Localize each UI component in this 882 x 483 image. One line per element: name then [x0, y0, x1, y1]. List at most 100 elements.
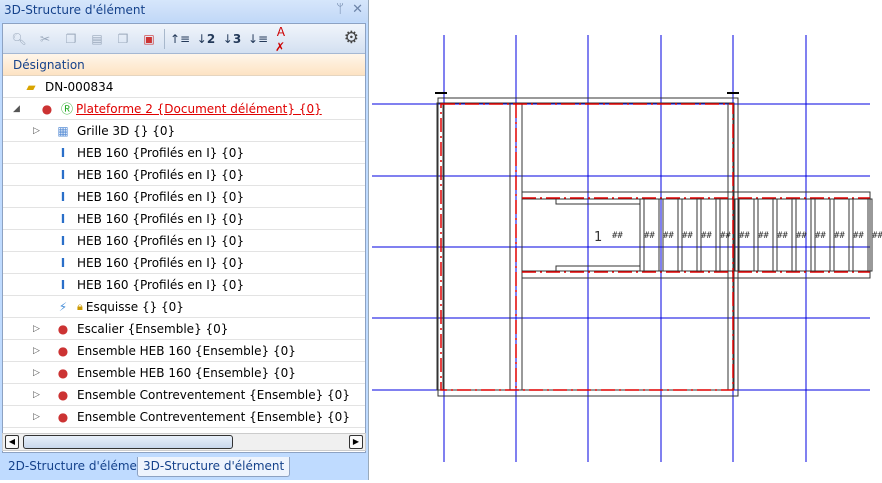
beam-icon: I [60, 277, 66, 292]
panel-title: 3D-Structure d'élément [4, 3, 146, 17]
assembly-icon: ● [57, 321, 69, 336]
expand-toggle-icon[interactable]: ▷ [33, 390, 40, 400]
panel-tabs: 2D-Structure d'élément 3D-Structure d'él… [0, 455, 369, 480]
paste-doc-icon[interactable]: ▣ [140, 30, 158, 48]
gear-icon[interactable]: ⚙ [344, 28, 359, 48]
step-hatch: ## [853, 231, 864, 241]
step-hatch: ## [701, 231, 712, 241]
step-hatch: ## [872, 231, 882, 241]
sketch-icon: ⚡ [58, 299, 68, 314]
tree-item-label: Esquisse {} {0} [85, 299, 184, 314]
tree-item-label: Ensemble HEB 160 {Ensemble} {0} [77, 365, 296, 380]
step-hatch: ## [758, 231, 769, 241]
element-structure-panel: 3D-Structure d'élément ᛘ ✕ 🔍︎ ✂ ❐ ▤ ❐ ▣ ↑… [0, 0, 369, 480]
expand-level-3-icon[interactable]: ↓ 3 [223, 30, 241, 48]
tree-item-label: HEB 160 {Profilés en I} {0} [77, 167, 245, 182]
beam-icon: I [60, 189, 66, 204]
level-2-label: 2 [206, 31, 216, 46]
copy-icon[interactable]: ❐ [62, 30, 80, 48]
level-3-label: 3 [232, 31, 242, 46]
copy-doc-icon[interactable]: ❐ [114, 30, 132, 48]
paste-icon[interactable]: ▤ [88, 30, 106, 48]
step-hatch: ## [663, 231, 674, 241]
expand-toggle-icon[interactable]: ▷ [33, 412, 40, 422]
tree-item[interactable]: I HEB 160 {Profilés en I} {0} [3, 252, 365, 274]
tree-item-label: Ensemble Contreventement {Ensemble} {0} [77, 409, 350, 424]
close-icon[interactable]: ✕ [352, 2, 363, 17]
expand-toggle-icon[interactable]: ◢ [13, 104, 20, 114]
tree-item-label: HEB 160 {Profilés en I} {0} [77, 233, 245, 248]
step-hatch: ## [796, 231, 807, 241]
step-hatch: ## [644, 231, 655, 241]
scroll-left-icon[interactable]: ◀ [5, 435, 19, 449]
step-hatch: ## [777, 231, 788, 241]
document-icon: ▰ [26, 79, 36, 94]
expand-toggle-icon[interactable]: ▷ [33, 324, 40, 334]
tree-item-label: Grille 3D {} {0} [77, 123, 176, 138]
expand-toggle-icon[interactable]: ▷ [33, 368, 40, 378]
tree-item[interactable]: ▷ ▦ Grille 3D {} {0} [3, 120, 365, 142]
pin-icon[interactable]: ᛘ [336, 2, 344, 17]
beam-icon: I [60, 233, 66, 248]
tree-item-label: DN-000834 [45, 79, 114, 94]
search-icon[interactable]: 🔍︎ [10, 30, 28, 48]
plan-drawing: ## ## ## ## ## ## ## ## ## ## ## ## ## ## 1 [372, 35, 882, 462]
tree-item[interactable]: ▷ ● Ensemble HEB 160 {Ensemble} {0} [3, 340, 365, 362]
tree-item[interactable]: I HEB 160 {Profilés en I} {0} [3, 274, 365, 296]
expand-level-2-icon[interactable]: ↓ 2 [197, 30, 215, 48]
scroll-right-icon[interactable]: ▶ [349, 435, 363, 449]
tab-2d-structure[interactable]: 2D-Structure d'élément [3, 457, 154, 477]
toolbar: 🔍︎ ✂ ❐ ▤ ❐ ▣ ↑≡ ↓ 2 ↓ 3 ↓≡ Ａ✗ ⚙ [3, 24, 365, 54]
step-hatch: ## [612, 231, 623, 241]
tree-item-label: Ensemble Contreventement {Ensemble} {0} [77, 387, 350, 402]
tree-item[interactable]: ▷ ● Ensemble HEB 160 {Ensemble} {0} [3, 362, 365, 384]
column-header-designation[interactable]: Désignation [3, 54, 365, 76]
collapse-levels-icon[interactable]: ↑≡ [170, 30, 190, 48]
tree-item[interactable]: I HEB 160 {Profilés en I} {0} [3, 164, 365, 186]
expand-toggle-icon[interactable]: ▷ [33, 346, 40, 356]
stair-landing-top [555, 198, 641, 205]
scrollbar-thumb[interactable] [23, 435, 233, 449]
panel-titlebar: 3D-Structure d'élément ᛘ ✕ [0, 0, 368, 22]
step-hatch: ## [815, 231, 826, 241]
tab-3d-structure[interactable]: 3D-Structure d'élément [137, 457, 291, 477]
stair-number: 1 [594, 230, 602, 245]
tree-item-label: HEB 160 {Profilés en I} {0} [77, 255, 245, 270]
beam-icon: I [60, 145, 66, 160]
assembly-icon: ● [57, 409, 69, 424]
tree-item-label: Plateforme 2 {Document délément} {0} [76, 101, 322, 116]
tree-item[interactable]: ▷ ● Ensemble Contreventement {Ensemble} {0… [3, 384, 365, 406]
assembly-icon: ● [57, 343, 69, 358]
beam-icon: I [60, 211, 66, 226]
expand-all-icon[interactable]: ↓≡ [248, 30, 268, 48]
assembly-icon: ● [57, 365, 69, 380]
lock-icon: 🔒︎ [77, 299, 83, 313]
tree-item[interactable]: ▷ ● Ensemble Contreventement {Ensemble} {0… [3, 406, 365, 428]
step-hatch: ## [739, 231, 750, 241]
tree-item[interactable]: I HEB 160 {Profilés en I} {0} [3, 208, 365, 230]
tree-item[interactable]: ▷ ● Escalier {Ensemble} {0} [3, 318, 365, 340]
tree-item-label: HEB 160 {Profilés en I} {0} [77, 189, 245, 204]
structure-tree: ▰ DN-000834 ◢ ● Ⓡ Plateforme 2 {Document délé… [3, 76, 365, 428]
tree-item-label: Escalier {Ensemble} {0} [77, 321, 229, 336]
assembly-icon: ● [41, 101, 53, 116]
toolbar-separator [164, 28, 165, 49]
tree-item[interactable]: I HEB 160 {Profilés en I} {0} [3, 186, 365, 208]
tree-item[interactable]: ⚡ 🔒︎ Esquisse {} {0} [3, 296, 365, 318]
expand-toggle-icon[interactable]: ▷ [33, 126, 40, 136]
tree-item-label: HEB 160 {Profilés en I} {0} [77, 211, 245, 226]
cut-icon[interactable]: ✂ [36, 30, 54, 48]
tree-item[interactable]: I HEB 160 {Profilés en I} {0} [3, 230, 365, 252]
tree-item[interactable]: ▰ DN-000834 [3, 76, 365, 98]
tree-item-label: HEB 160 {Profilés en I} {0} [77, 145, 245, 160]
clear-sort-icon[interactable]: Ａ✗ [275, 25, 293, 54]
beam-icon: I [60, 255, 66, 270]
beam-icon: I [60, 167, 66, 182]
horizontal-scrollbar[interactable]: ◀ ▶ [2, 433, 366, 451]
tree-item[interactable]: I HEB 160 {Profilés en I} {0} [3, 142, 365, 164]
step-hatch: ## [834, 231, 845, 241]
drawing-viewport[interactable]: ## ## ## ## ## ## ## ## ## ## ## ## ## ## 1 [370, 0, 882, 480]
step-hatch: ## [682, 231, 693, 241]
tree-item[interactable]: ◢ ● Ⓡ Plateforme 2 {Document délément} {0} [3, 98, 365, 120]
tree-item-label: HEB 160 {Profilés en I} {0} [77, 277, 245, 292]
